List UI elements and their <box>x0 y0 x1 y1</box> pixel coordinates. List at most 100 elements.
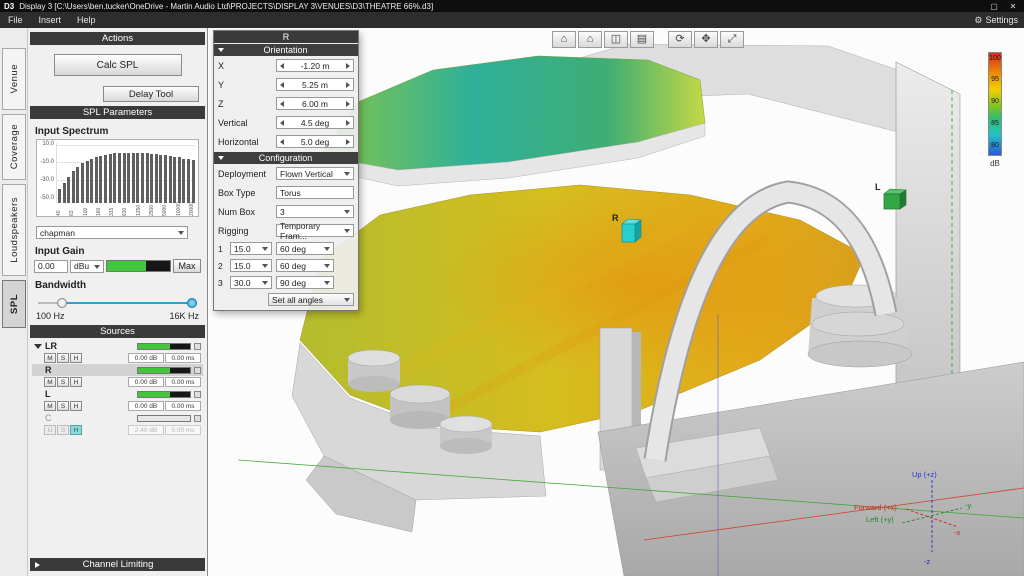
chevron-down-icon <box>262 281 268 288</box>
source-gain[interactable]: 2.40 dB <box>128 425 164 435</box>
tab-venue[interactable]: Venue <box>2 48 26 110</box>
increment-icon[interactable] <box>346 139 350 145</box>
actions-header: Actions <box>30 32 205 45</box>
source-delay[interactable]: 0.00 ms <box>165 377 201 387</box>
bandwidth-high-handle[interactable] <box>187 298 197 308</box>
chevron-down-icon <box>94 265 100 272</box>
hide-button[interactable]: H <box>70 425 82 435</box>
view-front-icon[interactable]: ⌂ <box>552 31 576 48</box>
increment-icon[interactable] <box>346 82 350 88</box>
menu-insert[interactable]: Insert <box>31 12 70 28</box>
zoom-extents-icon[interactable]: ⤢ <box>720 31 744 48</box>
view-section-icon[interactable]: ◫ <box>604 31 628 48</box>
box-type-dropdown[interactable]: Torus <box>276 186 354 199</box>
splay-dropdown-1[interactable]: 15.0 <box>230 242 272 255</box>
bandwidth-slider[interactable] <box>38 297 197 309</box>
source-delay[interactable]: 0.00 ms <box>165 353 201 363</box>
source-item-lr: LR M S H 0.00 dB 0.00 ms <box>32 340 203 364</box>
hide-button[interactable]: H <box>70 401 82 411</box>
source-options-button[interactable] <box>194 343 201 350</box>
channel-limiting-bar[interactable]: Channel Limiting <box>30 558 205 571</box>
pan-view-icon[interactable]: ✥ <box>694 31 718 48</box>
angle-dropdown-2[interactable]: 60 deg <box>276 259 334 272</box>
panel-title[interactable]: R <box>214 31 358 43</box>
set-all-angles-dropdown[interactable]: Set all angles <box>268 293 354 306</box>
tab-loudspeakers[interactable]: Loudspeakers <box>2 184 26 276</box>
view-home-icon[interactable]: ⌂ <box>578 31 602 48</box>
gain-input[interactable]: 0.00 <box>34 260 68 273</box>
input-gain-row: 0.00 dBu Max <box>34 259 201 273</box>
mute-button[interactable]: U <box>44 425 56 435</box>
hide-button[interactable]: H <box>70 377 82 387</box>
source-gain[interactable]: 0.00 dB <box>128 401 164 411</box>
calc-spl-button[interactable]: Calc SPL <box>54 54 182 76</box>
splay-dropdown-2[interactable]: 15.0 <box>230 259 272 272</box>
axis-negx-label: -x <box>954 528 960 537</box>
legend-tick: 85 <box>989 120 1001 127</box>
z-position-spinner[interactable]: 6.00 m <box>276 97 354 110</box>
vertical-angle-spinner[interactable]: 4.5 deg <box>276 116 354 129</box>
hide-button[interactable]: H <box>70 353 82 363</box>
source-options-button[interactable] <box>194 367 201 374</box>
source-delay[interactable]: 0.00 ms <box>165 401 201 411</box>
increment-icon[interactable] <box>346 63 350 69</box>
preset-value: chapman <box>40 228 75 238</box>
num-box-dropdown[interactable]: 3 <box>276 205 354 218</box>
close-button[interactable]: ✕ <box>1006 2 1020 11</box>
menu-file[interactable]: File <box>0 12 31 28</box>
maximize-button[interactable]: ▢ <box>987 2 1001 11</box>
expand-icon <box>35 562 40 568</box>
angle-dropdown-1[interactable]: 60 deg <box>276 242 334 255</box>
horizontal-angle-spinner[interactable]: 5.0 deg <box>276 135 354 148</box>
orientation-header[interactable]: Orientation <box>214 44 358 56</box>
increment-icon[interactable] <box>346 101 350 107</box>
bandwidth-range-labels: 100 Hz 16K Hz <box>36 311 199 321</box>
preset-dropdown[interactable]: chapman <box>36 226 188 239</box>
source-options-button[interactable] <box>194 391 201 398</box>
chevron-down-icon <box>344 172 350 179</box>
max-button[interactable]: Max <box>173 259 201 273</box>
configuration-header[interactable]: Configuration <box>214 152 358 164</box>
rotate-view-icon[interactable]: ⟳ <box>668 31 692 48</box>
mute-button[interactable]: M <box>44 377 56 387</box>
spl-panel: Actions Calc SPL Delay Tool SPL Paramete… <box>28 28 208 576</box>
splay-dropdown-3[interactable]: 30.0 <box>230 276 272 289</box>
deployment-dropdown[interactable]: Flown Vertical <box>276 167 354 180</box>
delay-tool-button[interactable]: Delay Tool <box>103 86 199 102</box>
solo-button[interactable]: S <box>57 377 69 387</box>
app-icon: D3 <box>4 2 14 11</box>
screenshot-icon[interactable]: ▤ <box>630 31 654 48</box>
source-delay[interactable]: 0.00 ms <box>165 425 201 435</box>
angle-dropdown-3[interactable]: 90 deg <box>276 276 334 289</box>
rigging-dropdown[interactable]: Temporary Fram... <box>276 224 354 237</box>
y-position-spinner[interactable]: 5.25 m <box>276 78 354 91</box>
collapse-icon[interactable] <box>34 344 42 349</box>
tab-spl[interactable]: SPL <box>2 280 26 328</box>
chevron-down-icon <box>324 247 330 254</box>
tab-coverage[interactable]: Coverage <box>2 114 26 180</box>
increment-icon[interactable] <box>346 120 350 126</box>
source-name[interactable]: C <box>45 413 52 423</box>
source-gain[interactable]: 0.00 dB <box>128 377 164 387</box>
solo-button[interactable]: S <box>57 401 69 411</box>
source-options-button[interactable] <box>194 415 201 422</box>
source-name[interactable]: LR <box>45 341 57 351</box>
gain-unit-dropdown[interactable]: dBu <box>70 260 104 273</box>
mute-button[interactable]: M <box>44 353 56 363</box>
source-item-c: C U S H 2.40 dB 0.00 ms <box>32 412 203 436</box>
source-gain[interactable]: 0.00 dB <box>128 353 164 363</box>
solo-button[interactable]: S <box>57 353 69 363</box>
bandwidth-low-handle[interactable] <box>57 298 67 308</box>
x-position-spinner[interactable]: -1.20 m <box>276 59 354 72</box>
box-type-row: Box Type Torus <box>214 183 358 202</box>
solo-button[interactable]: S <box>57 425 69 435</box>
chevron-down-icon <box>344 229 350 236</box>
source-name[interactable]: L <box>45 389 51 399</box>
source-name[interactable]: R <box>45 365 52 375</box>
angle-row-3: 3 30.0 90 deg <box>214 274 358 291</box>
chevron-down-icon <box>178 231 184 238</box>
mute-button[interactable]: M <box>44 401 56 411</box>
settings-button[interactable]: ⚙ Settings <box>968 15 1024 26</box>
menu-help[interactable]: Help <box>69 12 104 28</box>
vertical-angle-row: Vertical 4.5 deg <box>214 113 358 132</box>
